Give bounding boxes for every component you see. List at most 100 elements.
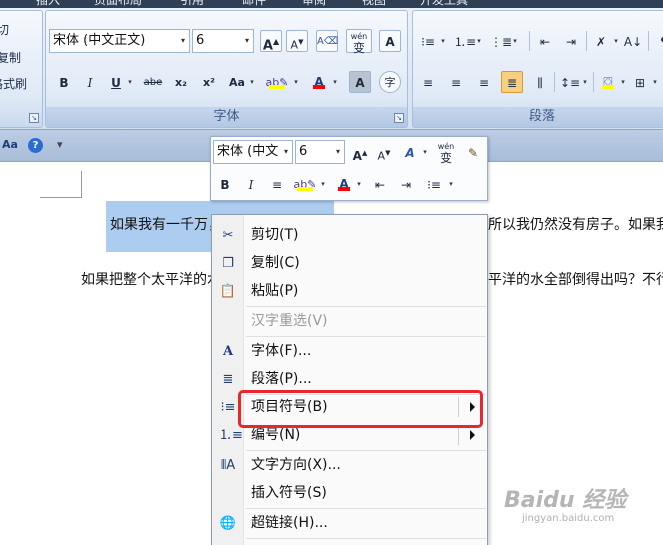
asian-layout-button[interactable]: ✗ <box>590 30 612 52</box>
char-border-button[interactable]: A <box>379 30 401 52</box>
menu-item-font[interactable]: A 字体(F)... <box>212 337 487 365</box>
chevron-down-icon[interactable]: ▾ <box>447 173 455 195</box>
menu-item-paragraph[interactable]: ≣ 段落(P)... <box>212 365 487 393</box>
mini-shrink-font-button[interactable]: A▼ <box>373 141 395 163</box>
chevron-down-icon[interactable]: ▾ <box>332 141 344 163</box>
font-color-button[interactable]: A <box>308 70 330 92</box>
align-left-icon: ≡ <box>422 76 434 90</box>
chevron-down-icon[interactable]: ▾ <box>581 71 589 93</box>
mini-bold-button[interactable]: B <box>214 173 236 195</box>
tab-references[interactable]: 引用 <box>180 0 204 8</box>
distributed-button[interactable]: ⫼ <box>529 71 551 93</box>
shrink-font-button[interactable]: A▼ <box>286 30 308 52</box>
paragraph-1-selected[interactable]: 如果我有一千万， <box>110 215 222 235</box>
tab-mailings[interactable]: 邮件 <box>242 0 266 8</box>
menu-item-paste[interactable]: 📋 粘贴(P) <box>212 277 487 305</box>
enclose-char-button[interactable]: 字 <box>379 71 401 93</box>
clipboard-dialog-launcher[interactable]: ↘ <box>29 113 39 123</box>
chevron-down-icon[interactable]: ▾ <box>439 30 447 52</box>
increase-indent-button[interactable]: ⇥ <box>560 30 582 52</box>
strikethrough-button[interactable]: abe <box>142 71 164 93</box>
mini-center-button[interactable]: ≡ <box>266 173 288 195</box>
subscript-button[interactable]: x₂ <box>170 71 192 93</box>
chevron-down-icon[interactable]: ▾ <box>280 141 292 163</box>
tab-developer[interactable]: 开发工具 <box>420 0 468 8</box>
multilevel-list-button[interactable]: ⋮≣ <box>489 30 512 52</box>
underline-button[interactable]: U <box>105 71 127 93</box>
mini-bullets-button[interactable]: ⁝≡ <box>423 173 445 195</box>
mini-font-color-button[interactable]: A <box>333 172 355 194</box>
chevron-down-icon[interactable]: ▾ <box>355 173 363 195</box>
numbering-button[interactable]: ⒈≡ <box>453 30 476 52</box>
chevron-down-icon[interactable]: ▾ <box>511 30 519 52</box>
tab-view[interactable]: 视图 <box>362 0 386 8</box>
mini-styles-button[interactable]: A <box>399 141 421 163</box>
mini-phonetic-button[interactable]: wén 变 <box>433 140 459 164</box>
font-size-combo[interactable]: 6 ▾ <box>192 29 254 53</box>
superscript-button[interactable]: x² <box>198 71 220 93</box>
menu-item-copy[interactable]: ❐ 复制(C) <box>212 249 487 277</box>
grow-font-button[interactable]: A▲ <box>260 30 282 53</box>
tab-insert[interactable]: 插入 <box>36 0 60 8</box>
menu-item-insert-symbol[interactable]: 插入符号(S) <box>212 479 487 507</box>
highlight-button[interactable]: ab✎ <box>264 70 290 92</box>
char-shading-button[interactable]: A <box>349 71 371 93</box>
mini-increase-indent-button[interactable]: ⇥ <box>395 173 417 195</box>
align-left-button[interactable]: ≡ <box>417 71 439 93</box>
mini-font-size-combo[interactable]: 6 ▾ <box>295 140 345 164</box>
chevron-down-icon[interactable]: ▾ <box>651 71 659 93</box>
menu-item-label: 字体(F)... <box>251 343 312 359</box>
paragraph-2-start[interactable]: 如果把整个太平洋的水 <box>81 270 221 290</box>
chevron-down-icon[interactable]: ▾ <box>612 30 620 52</box>
chevron-down-icon[interactable]: ▾ <box>319 173 327 195</box>
help-icon[interactable]: ? <box>28 138 43 153</box>
mini-format-painter-button[interactable]: ✎ <box>462 141 484 163</box>
mini-decrease-indent-button[interactable]: ⇤ <box>369 173 391 195</box>
tab-page-layout[interactable]: 页面布局 <box>94 0 142 8</box>
menu-item-cut[interactable]: ✂ 剪切(T) <box>212 221 487 249</box>
bold-button[interactable]: B <box>53 71 75 93</box>
menu-item-hyperlink[interactable]: 🌐 超链接(H)... <box>212 509 487 537</box>
numbering-icon: ⒈≡ <box>219 428 243 443</box>
line-spacing-button[interactable]: ↕≡ <box>559 71 581 93</box>
chevron-down-icon[interactable]: ▾ <box>248 71 256 93</box>
cut-button[interactable]: 切 <box>0 21 9 38</box>
tab-review[interactable]: 审阅 <box>302 0 326 8</box>
decrease-indent-button[interactable]: ⇤ <box>534 30 556 52</box>
font-name-combo[interactable]: 宋体 (中文正文) ▾ <box>49 29 190 53</box>
sort-button[interactable]: A↓ <box>622 30 644 52</box>
chevron-down-icon[interactable]: ▾ <box>475 30 483 52</box>
qat-font-button[interactable]: Aa <box>2 138 18 151</box>
shading-button[interactable]: ⛋ <box>597 70 619 92</box>
paragraph-2-rest[interactable]: 平洋的水全部倒得出吗？不行 <box>488 270 663 290</box>
chevron-down-icon[interactable]: ▾ <box>292 71 300 93</box>
mini-grow-font-button[interactable]: A▲ <box>349 141 371 163</box>
qat-more-icon[interactable]: ▾ <box>57 138 63 151</box>
align-center-button[interactable]: ≡ <box>445 71 467 93</box>
chevron-down-icon[interactable]: ▾ <box>241 30 253 52</box>
mini-highlight-button[interactable]: ab✎ <box>292 172 318 194</box>
paragraph-1-rest[interactable]: 所以我仍然没有房子。如果我 <box>488 215 663 235</box>
borders-button[interactable]: ⊞ <box>629 71 651 93</box>
show-marks-button[interactable]: ¶ <box>653 30 663 52</box>
italic-button[interactable]: I <box>79 71 101 93</box>
bullets-button[interactable]: ⁝≡ <box>417 30 439 52</box>
mini-font-name-combo[interactable]: 宋体 (中文 ▾ <box>213 140 293 164</box>
chevron-down-icon[interactable]: ▾ <box>421 141 429 163</box>
menu-item-text-direction[interactable]: ⫴A 文字方向(X)... <box>212 451 487 479</box>
mini-italic-button[interactable]: I <box>240 173 262 195</box>
chevron-down-icon[interactable]: ▾ <box>619 71 627 93</box>
char-border-icon: A <box>385 35 395 49</box>
chevron-down-icon[interactable]: ▾ <box>177 30 189 52</box>
phonetic-guide-button[interactable]: wén 变 <box>346 29 372 54</box>
chevron-down-icon[interactable]: ▾ <box>126 71 134 93</box>
align-right-button[interactable]: ≡ <box>473 71 495 93</box>
increase-indent-icon: ⇥ <box>400 178 412 192</box>
clear-format-button[interactable]: A⌫ <box>316 30 338 52</box>
change-case-button[interactable]: Aa <box>226 71 248 93</box>
justify-button[interactable]: ≣ <box>501 71 523 93</box>
font-dialog-launcher[interactable]: ↘ <box>394 113 404 123</box>
format-painter-button[interactable]: 格式刷 <box>0 75 27 92</box>
chevron-down-icon[interactable]: ▾ <box>331 71 339 93</box>
copy-button[interactable]: 复制 <box>0 49 21 66</box>
